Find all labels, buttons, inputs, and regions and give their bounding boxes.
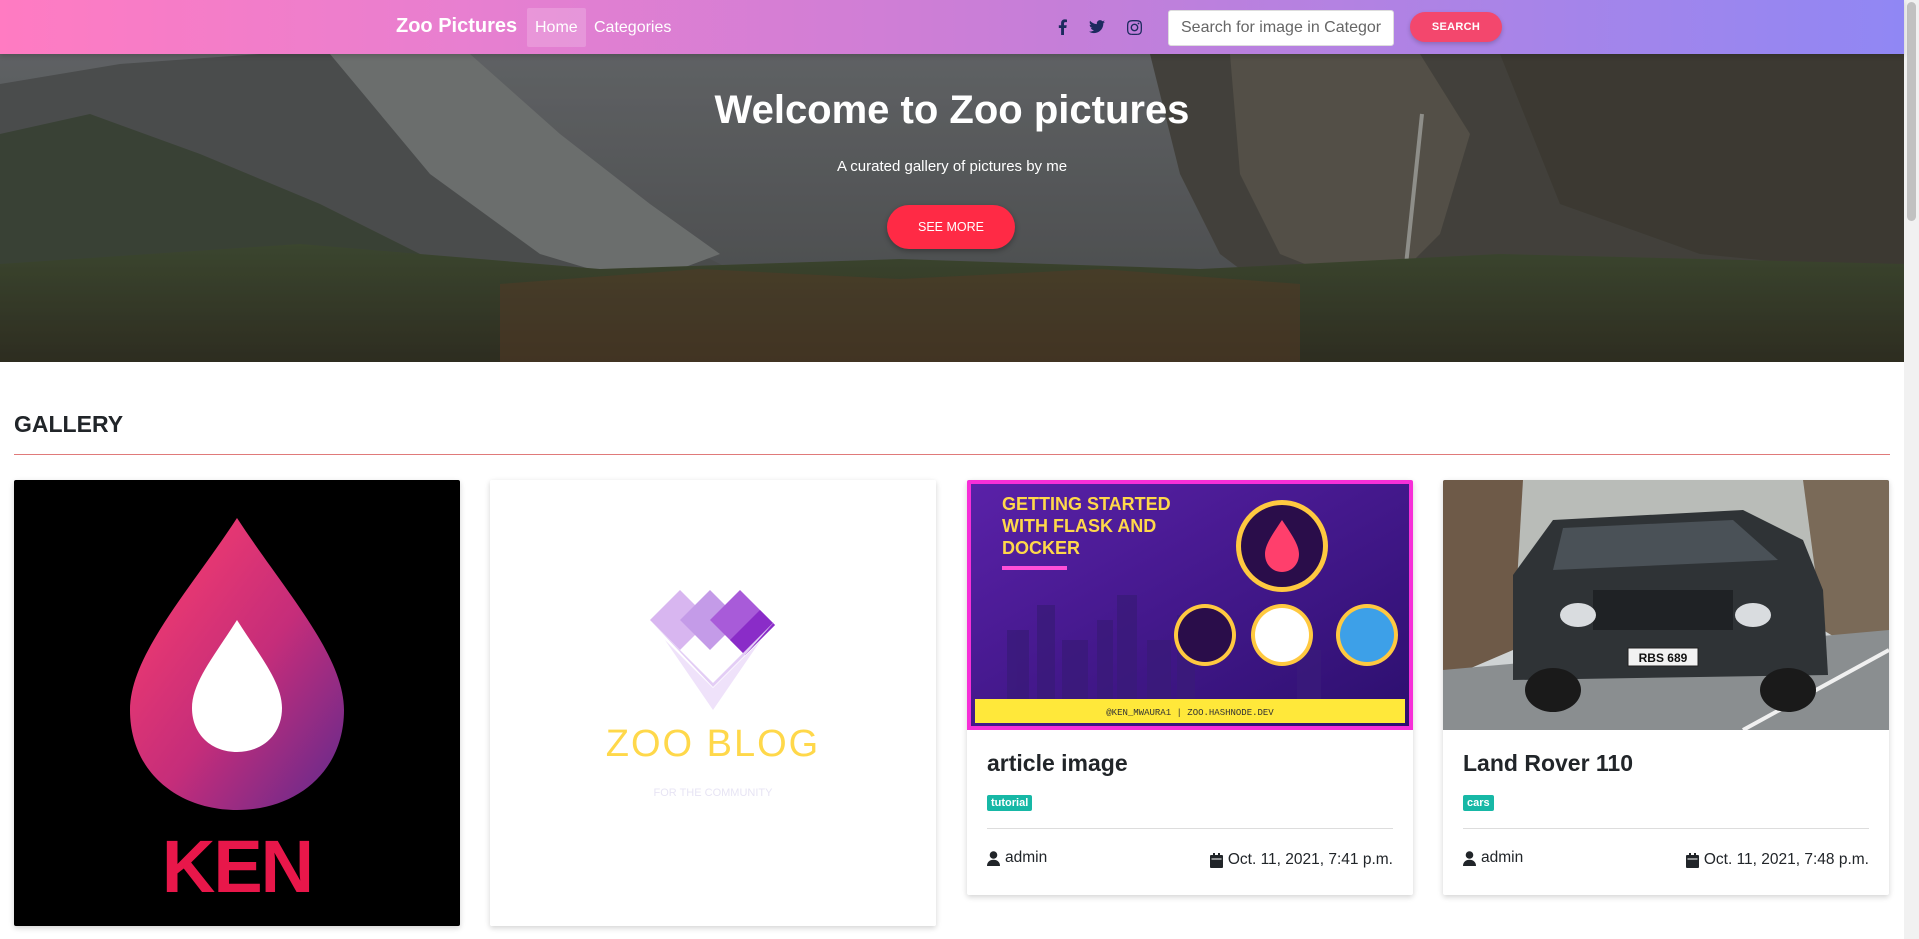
date-info: Oct. 11, 2021, 7:48 p.m. — [1685, 851, 1869, 869]
hero-title: Welcome to Zoo pictures — [714, 88, 1190, 132]
card-title[interactable]: article image — [987, 730, 1393, 777]
zoo-blog-tagline: FOR THE COMMUNITY — [654, 787, 774, 799]
author-name: admin — [1481, 849, 1524, 866]
category-tag[interactable]: tutorial — [987, 795, 1033, 811]
post-date: Oct. 11, 2021, 7:41 p.m. — [1227, 851, 1393, 868]
category-tag[interactable]: cars — [1463, 795, 1494, 811]
ken-logo-image[interactable]: KEN — [14, 480, 460, 926]
article-banner-image[interactable]: GETTING STARTED WITH FLASK AND DOCKER @K… — [967, 480, 1413, 730]
page-scrollbar[interactable] — [1904, 0, 1919, 939]
user-icon — [1463, 850, 1476, 866]
card-meta: admin Oct. 11, 2021, 7:48 p.m. — [1463, 829, 1869, 895]
twitter-icon[interactable] — [1086, 16, 1108, 38]
author-info: admin — [1463, 849, 1523, 867]
card-body: Land Rover 110 cars admin Oct. 11, 2021,… — [1443, 730, 1889, 895]
article-banner-footer: @KEN_MWAURA1 | ZOO.HASHNODE.DEV — [1106, 708, 1274, 718]
card-title[interactable]: Land Rover 110 — [1463, 730, 1869, 777]
instagram-icon[interactable] — [1123, 16, 1145, 38]
scrollbar-thumb[interactable] — [1907, 2, 1916, 221]
author-info: admin — [987, 849, 1047, 867]
nav-link-home[interactable]: Home — [527, 8, 586, 47]
search-input[interactable] — [1168, 10, 1394, 46]
hero-banner: Welcome to Zoo pictures A curated galler… — [0, 54, 1904, 362]
zoo-blog-text: ZOO BLOG — [606, 723, 820, 765]
license-plate-text: RBS 689 — [1639, 651, 1688, 665]
article-banner-line-3: DOCKER — [1002, 538, 1080, 558]
gallery-card-zoo-blog[interactable]: ZOO BLOG FOR THE COMMUNITY — [490, 480, 936, 926]
article-banner-line-2: WITH FLASK AND — [1002, 516, 1156, 536]
card-body: article image tutorial admin Oct. 11, 20… — [967, 730, 1413, 895]
search-button[interactable]: SEARCH — [1410, 12, 1502, 42]
calendar-icon — [1209, 852, 1223, 868]
land-rover-image[interactable]: RBS 689 — [1443, 480, 1889, 730]
gallery-heading: GALLERY — [14, 411, 124, 437]
see-more-button[interactable]: SEE MORE — [887, 205, 1015, 249]
facebook-icon[interactable] — [1051, 16, 1073, 38]
zoo-blog-logo-image[interactable]: ZOO BLOG FOR THE COMMUNITY — [490, 480, 936, 926]
card-meta: admin Oct. 11, 2021, 7:41 p.m. — [987, 829, 1393, 895]
author-name: admin — [1005, 849, 1048, 866]
calendar-icon — [1685, 852, 1699, 868]
nav-link-categories[interactable]: Categories — [586, 8, 679, 47]
gallery-card-ken-logo[interactable]: KEN — [14, 480, 460, 926]
gallery-divider — [14, 454, 1890, 455]
article-banner-line-1: GETTING STARTED — [1002, 494, 1171, 514]
date-info: Oct. 11, 2021, 7:41 p.m. — [1209, 851, 1393, 869]
navbar: Zoo Pictures Home Categories SEARCH — [0, 0, 1904, 54]
hero-subtitle: A curated gallery of pictures by me — [836, 158, 1068, 175]
user-icon — [987, 850, 1000, 866]
brand-logo-link[interactable]: Zoo Pictures — [396, 15, 517, 38]
post-date: Oct. 11, 2021, 7:48 p.m. — [1703, 851, 1869, 868]
gallery-card-article-image[interactable]: GETTING STARTED WITH FLASK AND DOCKER @K… — [967, 480, 1413, 895]
gallery-card-land-rover[interactable]: RBS 689 Land Rover 110 cars admin Oct. 1… — [1443, 480, 1889, 895]
ken-logo-text: KEN — [162, 825, 312, 908]
